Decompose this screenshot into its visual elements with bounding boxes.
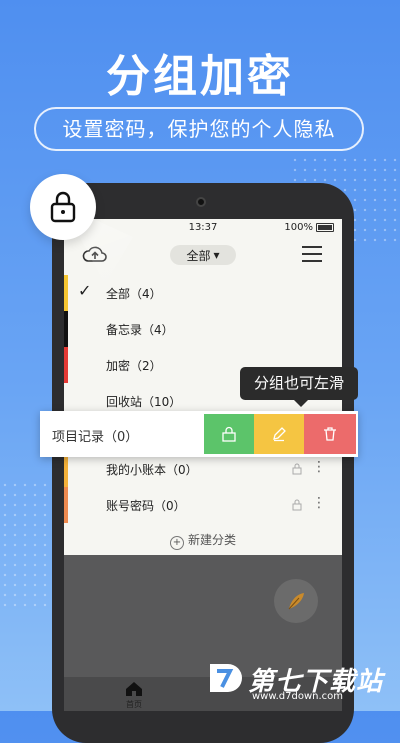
menu-icon[interactable] — [302, 246, 322, 262]
category-color-bar — [64, 487, 68, 523]
watermark-url: www.d7down.com — [252, 691, 344, 702]
category-label: 账号密码（0） — [106, 499, 186, 513]
lock-action-button[interactable] — [204, 414, 254, 454]
delete-action-button[interactable] — [304, 414, 356, 454]
promo-headline: 分组加密 — [106, 51, 294, 102]
category-item-memo[interactable]: 备忘录（4） — [64, 311, 342, 347]
category-color-bar — [64, 311, 68, 347]
edit-action-button[interactable] — [254, 414, 304, 454]
filter-label: 全部 — [186, 248, 211, 263]
promo-subtitle: 设置密码，保护您的个人隐私 — [34, 107, 364, 151]
new-category-label: 新建分类 — [187, 533, 236, 547]
more-icon[interactable]: ⋮ — [312, 459, 326, 475]
battery-icon — [316, 223, 334, 232]
battery-indicator: 100% — [284, 222, 334, 233]
more-icon[interactable]: ⋮ — [312, 495, 326, 511]
category-filter-dropdown[interactable]: 全部 ▾ — [170, 245, 236, 265]
tab-home-label: 首页 — [126, 700, 142, 709]
lock-icon[interactable] — [292, 463, 302, 475]
front-camera — [196, 197, 206, 207]
swipe-row-project-records[interactable]: 项目记录（0） — [40, 411, 358, 457]
decor-dots — [0, 480, 60, 610]
category-label: 加密（2） — [106, 359, 162, 373]
lock-icon[interactable] — [292, 499, 302, 511]
category-color-bar — [64, 275, 68, 311]
category-item-accounts[interactable]: 账号密码（0） ⋮ — [64, 487, 342, 523]
category-label: 备忘录（4） — [106, 323, 174, 337]
new-note-button[interactable] — [274, 579, 318, 623]
plus-icon: + — [169, 536, 184, 550]
swipe-hint-tooltip: 分组也可左滑 — [240, 367, 358, 407]
padlock-icon — [50, 191, 76, 223]
app-screen: 13:37 100% 全部 ▾ ✓ 全部（4） 备忘录（4） 加密（2） 回收站… — [64, 219, 342, 711]
tab-home[interactable]: 首页 — [122, 681, 146, 710]
lock-badge — [30, 174, 96, 240]
trash-icon — [324, 427, 336, 441]
check-icon: ✓ — [78, 281, 92, 300]
category-color-bar — [64, 347, 68, 383]
d7-logo-icon — [210, 664, 242, 692]
watermark: 第七下载站 www.d7down.com — [206, 660, 383, 702]
row-label: 项目记录（0） — [52, 430, 139, 445]
lock-icon — [222, 426, 236, 442]
category-label: 回收站（10） — [106, 395, 182, 409]
battery-level: 100% — [284, 222, 313, 233]
new-category-button[interactable]: + 新建分类 — [64, 531, 342, 550]
home-icon — [126, 682, 142, 696]
category-label: 全部（4） — [106, 287, 162, 301]
pencil-icon — [273, 427, 286, 442]
category-label: 我的小账本（0） — [106, 463, 198, 477]
caret-down-icon: ▾ — [213, 248, 220, 262]
feather-icon — [288, 593, 304, 610]
